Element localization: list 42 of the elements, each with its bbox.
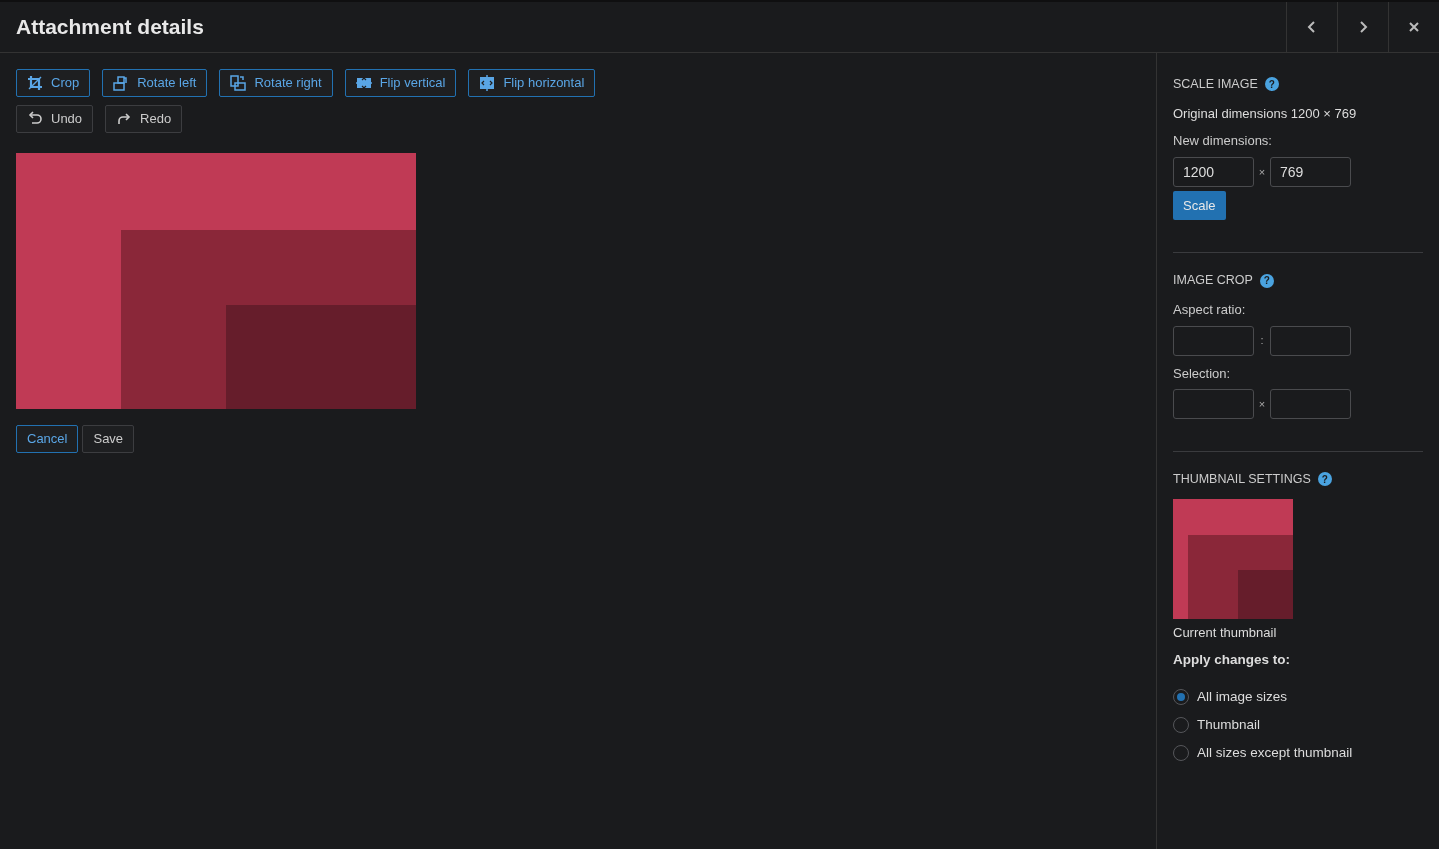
input-field[interactable]: 769 (1270, 156, 1351, 187)
field-label: Apply changes to: (1173, 651, 1291, 670)
section-heading: THUMBNAIL SETTINGS (1173, 471, 1311, 488)
toolbar-button[interactable]: Redo (105, 105, 183, 133)
input-field[interactable] (1270, 389, 1351, 419)
thumbnail-caption: Current thumbnail (1173, 623, 1278, 642)
toolbar-button[interactable]: Flip vertical (344, 69, 457, 97)
help-button[interactable]: ? (1259, 273, 1274, 288)
option-label: All sizes except thumbnail (1197, 744, 1353, 762)
window-title: Attachment details (15, 14, 205, 40)
input-field[interactable] (1173, 389, 1254, 419)
input-field[interactable] (1270, 325, 1351, 356)
dimensions-text: Original dimensions 1200 × 769 (1173, 104, 1358, 123)
separator-text: × (1257, 396, 1267, 412)
toolbar-button[interactable]: Rotate right (219, 69, 333, 97)
section-heading: SCALE IMAGE (1173, 76, 1258, 93)
flip-vertical-icon (355, 75, 372, 91)
rotate-left-icon (113, 75, 130, 91)
option-label: All image sizes (1197, 687, 1288, 706)
input-field[interactable] (1173, 325, 1254, 356)
separator-text: × (1257, 164, 1267, 180)
help-button[interactable]: ? (1317, 472, 1332, 487)
crop-icon (27, 75, 43, 91)
undo-icon (27, 111, 43, 127)
cancel-button[interactable]: Cancel (16, 425, 79, 453)
toolbar-button[interactable]: Flip horizontal (468, 69, 596, 97)
toolbar-button[interactable]: Crop (16, 69, 91, 97)
scale-button[interactable]: Scale (1173, 190, 1226, 221)
toolbar-button[interactable]: Rotate left (102, 69, 208, 97)
flip-horizontal-icon (479, 75, 496, 91)
input-field[interactable]: 1200 (1173, 156, 1254, 187)
option-label: Thumbnail (1197, 715, 1261, 734)
field-label: Selection: (1173, 364, 1232, 383)
help-button[interactable]: ? (1264, 77, 1279, 92)
toolbar-button[interactable]: Undo (16, 105, 94, 133)
field-label: New dimensions: (1173, 132, 1273, 151)
redo-icon (116, 111, 133, 127)
field-label: Aspect ratio: (1173, 301, 1247, 319)
separator-text: : (1259, 333, 1265, 349)
section-heading: IMAGE CROP (1173, 272, 1253, 290)
rotate-right-icon (230, 75, 247, 91)
save-button[interactable]: Save (82, 425, 135, 453)
